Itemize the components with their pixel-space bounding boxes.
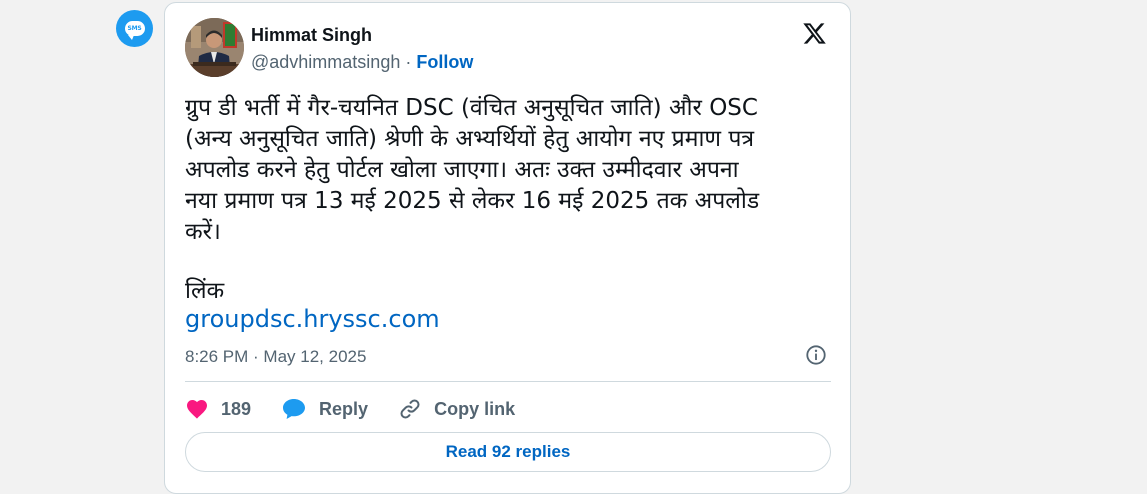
tweet-text: ग्रुप डी भर्ती में गैर-चयनित DSC (वंचित … xyxy=(185,95,760,245)
handle-separator: · xyxy=(405,52,412,72)
link-label: लिंक xyxy=(185,278,225,304)
like-count: 189 xyxy=(221,398,252,419)
x-logo-icon[interactable] xyxy=(801,21,828,46)
author-handle-row: @advhimmatsingh · Follow xyxy=(251,52,473,73)
info-icon[interactable] xyxy=(805,344,827,366)
sms-notification-icon: SMS xyxy=(116,10,153,47)
follow-button[interactable]: Follow xyxy=(416,52,473,72)
tweet-card: Himmat Singh @advhimmatsingh · Follow ग्… xyxy=(164,2,851,494)
tweet-actions: 189 Reply Copy link xyxy=(185,394,545,424)
author-name[interactable]: Himmat Singh xyxy=(251,25,372,46)
copy-link-label: Copy link xyxy=(434,398,516,419)
heart-icon xyxy=(187,400,207,419)
link-icon xyxy=(400,399,420,419)
reply-button[interactable]: Reply xyxy=(281,397,368,421)
sms-badge-text: SMS xyxy=(124,21,145,40)
divider xyxy=(185,381,831,382)
tweet-timestamp[interactable]: 8:26 PM · May 12, 2025 xyxy=(185,347,366,367)
avatar[interactable] xyxy=(185,18,244,77)
copy-link-button[interactable]: Copy link xyxy=(398,397,515,421)
like-button[interactable]: 189 xyxy=(185,397,251,421)
speech-bubble-icon xyxy=(283,399,306,419)
reply-label: Reply xyxy=(319,398,369,419)
read-replies-button[interactable]: Read 92 replies xyxy=(185,432,831,472)
tweet-link[interactable]: groupdsc.hryssc.com xyxy=(185,305,440,333)
author-handle[interactable]: @advhimmatsingh xyxy=(251,52,400,72)
